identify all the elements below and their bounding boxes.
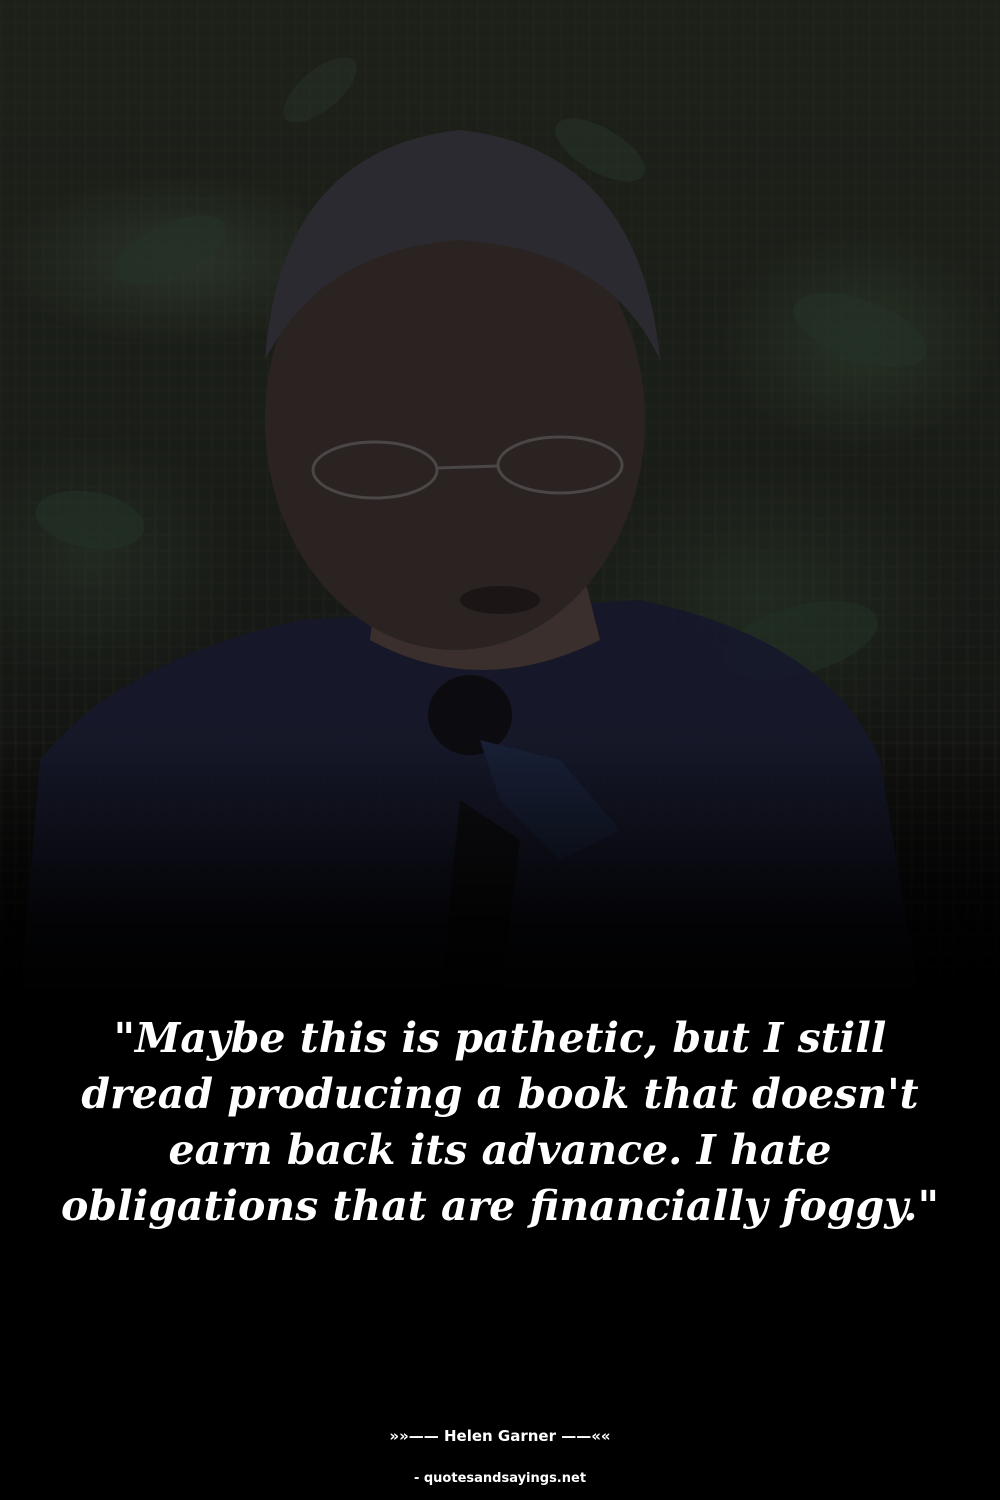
source-line: - quotesandsayings.net [413,1471,587,1486]
quote-block: "Maybe this is pathetic, but I still dre… [60,1010,940,1234]
bottom-fade [0,740,1000,1000]
author-line: »»—— Helen Garner ——«« [389,1427,611,1445]
background-photo [0,0,1000,1000]
quote-text: "Maybe this is pathetic, but I still dre… [61,1014,939,1230]
